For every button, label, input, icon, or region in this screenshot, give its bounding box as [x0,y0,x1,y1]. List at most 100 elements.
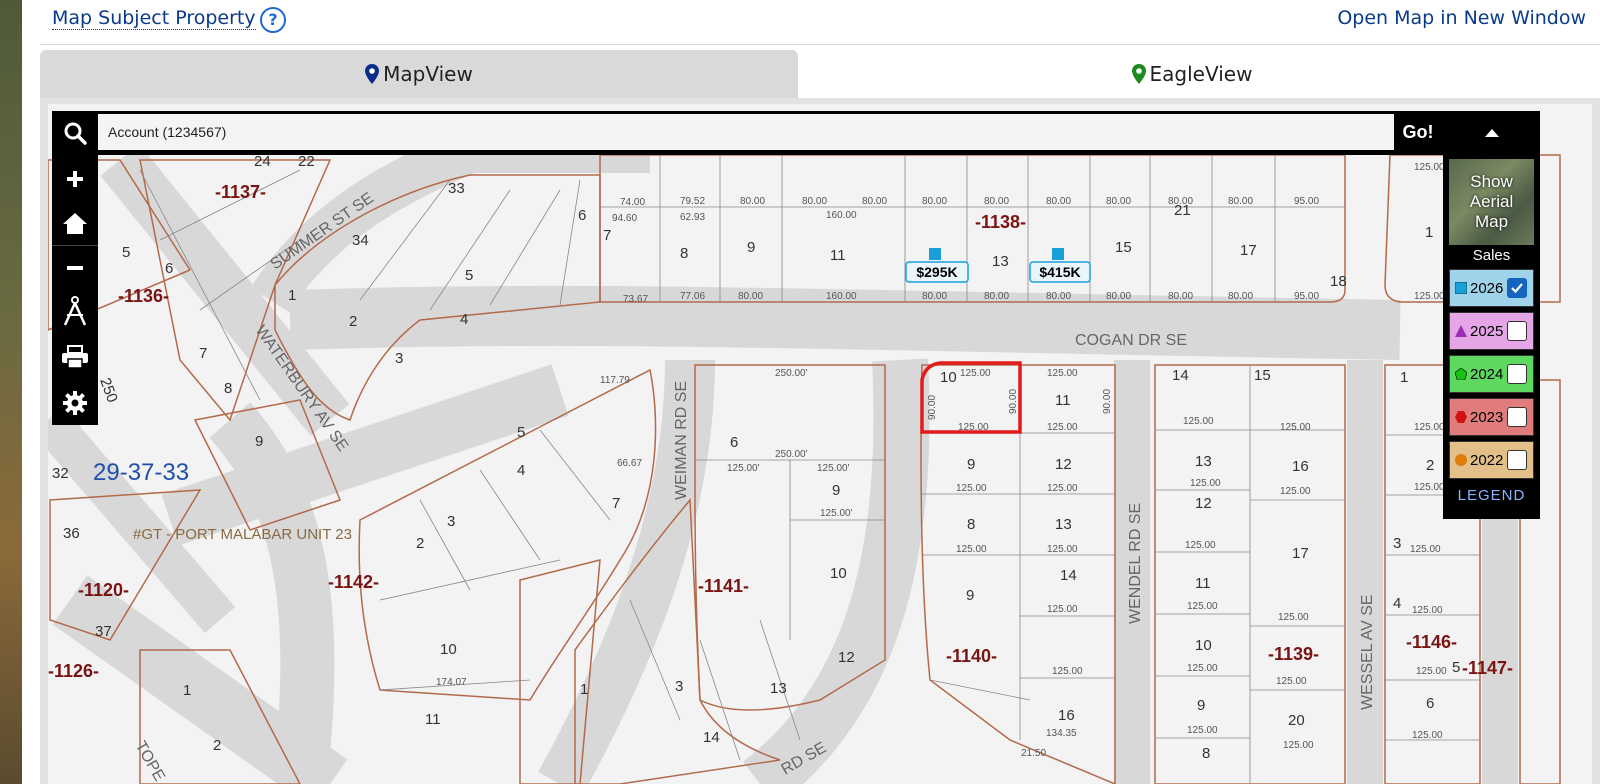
section-label: 29-37-33 [93,459,189,486]
dimension-label: 125.00' [817,463,850,474]
lot-number: 9 [255,433,263,450]
dimension-label: 125.00 [1412,730,1443,741]
sale-marker-2026[interactable] [1052,248,1064,260]
dimension-label: 125.00 [956,483,987,494]
dimension-label: 74.00 [620,197,645,208]
collapse-panel-button[interactable] [1443,111,1540,155]
home-icon[interactable] [52,201,98,245]
block-label: -1146- [1406,632,1457,652]
lot-number: 13 [1055,516,1072,533]
open-map-new-window-link[interactable]: Open Map in New Window [1337,7,1586,29]
dimension-label: 125.00 [1187,663,1218,674]
lot-number: 10 [1195,637,1212,654]
street-label: TOPE [132,739,168,784]
dimension-label: 90.00 [927,395,938,420]
map-subject-property-link[interactable]: Map Subject Property [52,7,256,30]
dimension-label: 94.60 [612,213,637,224]
help-icon[interactable]: ? [260,7,286,33]
dimension-label: 125.00 [1283,740,1314,751]
dimension-label: 125.00' [727,463,760,474]
lot-number: 10 [440,641,457,658]
dimension-label: 125.00 [1183,416,1214,427]
lot-number: 15 [1115,239,1132,256]
year-checkbox[interactable] [1507,407,1528,427]
dimension-label: 125.00 [1412,605,1443,616]
dimension-label: 77.06 [680,291,705,302]
dimension-label: 80.00 [1046,291,1071,302]
dimension-label: 125.00 [1416,666,1447,677]
lot-number: 6 [730,434,738,451]
print-icon[interactable] [52,335,98,379]
lot-number: 1 [1425,224,1433,241]
year-checkbox[interactable] [1507,321,1528,341]
year-checkbox[interactable] [1507,364,1528,384]
show-aerial-map-button[interactable]: Show Aerial Map [1449,159,1534,245]
dimension-label: 125.00 [1414,422,1445,433]
zoom-out-icon[interactable] [52,245,98,290]
dimension-label: 80.00 [1228,291,1253,302]
lot-number: 7 [199,345,207,362]
dimension-label: 79.52 [680,196,705,207]
triangle-icon [1455,325,1467,337]
lot-number: 37 [95,623,112,640]
lot-number: 4 [1393,595,1401,612]
sales-year-2024[interactable]: 2024 [1449,355,1534,393]
lot-number: 9 [832,482,840,499]
dimension-label: 90.00 [1008,389,1019,414]
map-toolbar [52,155,98,425]
dimension-label: 125.00 [1276,676,1307,687]
chevron-up-icon [1484,129,1499,137]
lot-number: 16 [1058,707,1075,724]
lot-number: 4 [517,462,525,479]
lot-number: 6 [1426,695,1434,712]
sales-year-2025[interactable]: 2025 [1449,312,1534,350]
dimension-label: 90.00 [1102,389,1113,414]
lot-number: 16 [1292,458,1309,475]
tab-mapview[interactable]: MapView [40,50,798,98]
lot-number: 1 [580,681,588,698]
top-bar: Map Subject Property ? Open Map in New W… [40,0,1600,45]
zoom-in-icon[interactable] [52,157,98,201]
year-checkbox[interactable] [1507,278,1528,298]
dimension-label: 125.00 [1047,368,1078,379]
sales-year-2026[interactable]: 2026 [1449,269,1534,307]
sales-year-2023[interactable]: 2023 [1449,398,1534,436]
map-tabs: MapView EagleView [40,50,1584,98]
dimension-label: 250.00' [775,449,808,460]
checkmark-icon [1511,283,1524,293]
block-label: -1147- [1462,658,1513,678]
lot-number: 13 [992,253,1009,270]
parcel-map-canvas[interactable]: $295K $415K SUMMER ST SE WATERBURY AV SE… [48,104,1592,784]
dimension-label: 160.00 [826,210,857,221]
dimension-label: 95.00 [1294,291,1319,302]
sale-marker-2026[interactable] [929,248,941,260]
dimension-label: 125.00 [1414,482,1445,493]
sales-year-2022[interactable]: 2022 [1449,441,1534,479]
lot-number: 34 [352,232,369,249]
year-checkbox[interactable] [1507,450,1528,470]
lot-number: 4 [460,311,468,328]
account-search-input[interactable] [98,114,1394,150]
lot-number: 2 [213,737,221,754]
lot-number: 10 [830,565,847,582]
tab-eagleview[interactable]: EagleView [800,50,1584,98]
sales-heading: Sales [1472,247,1511,264]
sales-year-label: 2024 [1470,365,1504,383]
lot-number: 18 [1330,273,1347,290]
go-button[interactable]: Go! [1396,114,1440,150]
gear-icon[interactable] [52,381,98,425]
search-icon[interactable] [52,111,98,155]
parcel-map[interactable]: $295K $415K SUMMER ST SE WATERBURY AV SE… [48,104,1592,784]
lot-number: 2 [416,535,424,552]
lot-number: 22 [298,153,315,170]
background-strip [0,0,22,784]
dimension-label: 125.00 [1278,612,1309,623]
measure-icon[interactable] [52,289,98,333]
dimension-label: 125.00 [1410,544,1441,555]
tab-eagleview-label: EagleView [1149,62,1253,86]
lot-number: 12 [838,649,855,666]
legend-link[interactable]: LEGEND [1443,487,1540,504]
lot-number: 33 [448,180,465,197]
lot-number: 12 [1055,456,1072,473]
subdivision-label: #GT - PORT MALABAR UNIT 23 [133,526,352,543]
